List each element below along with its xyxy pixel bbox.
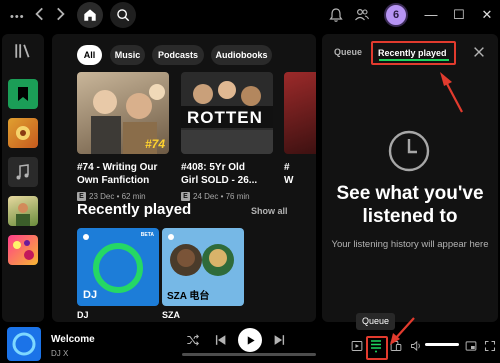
active-tab-indicator [379,59,449,61]
album-art-icon [16,126,30,140]
episode-title[interactable]: # W [284,161,293,187]
top-bar: ••• 6 — ☐ ✕ [0,0,500,30]
home-feed: All Music Podcasts Audiobooks #74 #74 - … [52,34,316,322]
artist-radio-card-label[interactable]: SZA [162,310,180,320]
filter-chip-audiobooks[interactable]: Audiobooks [211,45,272,65]
library-item-artist[interactable] [8,196,38,226]
filter-chip-music[interactable]: Music [110,45,145,65]
empty-state-title: See what you've listened to [336,183,484,227]
artist-radio-card[interactable]: SZA 电台 [162,228,244,306]
dj-card[interactable]: BETA DJ [77,228,159,306]
now-playing-art-image [12,332,36,356]
episode-art-text: #74 [144,137,165,151]
dj-art-text: DJ [83,289,98,301]
music-note-icon [16,164,29,180]
forward-icon[interactable] [51,5,69,23]
home-button[interactable] [77,2,103,28]
maximize-button[interactable]: ☐ [451,7,467,23]
episode-title[interactable]: #408: 5Yr Old Girl SOLD - 26... [181,161,257,187]
play-icon [247,335,255,345]
library-item-playlist[interactable] [8,235,38,265]
play-button[interactable] [238,328,262,352]
bookmark-icon [18,87,28,101]
episode-card-art[interactable]: ROTTEN [181,72,273,154]
artist-radio-art-text: SZA 电台 [167,291,210,302]
user-avatar[interactable]: 6 [384,3,408,27]
now-playing-title[interactable]: Welcome [51,334,95,345]
section-heading[interactable]: Recently played [77,201,191,218]
queue-button-highlight [366,336,388,360]
volume-icon[interactable] [410,340,422,352]
close-icon[interactable] [472,45,486,59]
app-menu-button[interactable]: ••• [10,11,25,23]
fullscreen-icon[interactable] [484,340,496,352]
friends-icon[interactable] [354,7,370,23]
filter-chip-podcasts[interactable]: Podcasts [152,45,204,65]
library-sidebar [2,34,44,322]
episode-art-text: ROTTEN [187,108,263,127]
minimize-button[interactable]: — [423,7,439,23]
queue-tooltip: Queue [356,313,396,330]
filter-chip-all[interactable]: All [77,45,102,65]
previous-icon[interactable] [214,333,228,347]
beta-tag: BETA [140,232,154,238]
tab-recently-played-label: Recently played [378,48,447,58]
tab-queue[interactable]: Queue [334,47,362,57]
search-icon [117,9,130,22]
next-icon[interactable] [272,333,286,347]
episode-card-art[interactable] [284,72,316,154]
now-playing-cover[interactable] [7,327,41,361]
show-all-link[interactable]: Show all [251,206,288,216]
episode-meta: E 23 Dec • 62 min [77,192,146,201]
library-item-music[interactable] [8,157,38,187]
artist-art-icon [16,203,30,226]
playlist-art-icon [13,240,34,260]
close-window-button[interactable]: ✕ [479,7,495,23]
library-item-album[interactable] [8,118,38,148]
connect-device-icon[interactable] [390,340,402,352]
dj-card-label[interactable]: DJ [77,310,89,320]
clock-icon [388,130,430,172]
now-playing-artist[interactable]: DJ X [51,349,68,358]
episode-meta: E 24 Dec • 76 min [181,192,250,201]
library-icon[interactable] [14,42,32,60]
explicit-badge: E [181,192,190,201]
bell-icon[interactable] [328,7,344,23]
tab-recently-played[interactable]: Recently played [371,41,456,65]
episode-card-art[interactable]: #74 [77,72,169,154]
home-icon [84,9,96,21]
now-playing-view-icon[interactable] [351,340,363,352]
volume-slider[interactable] [425,343,459,346]
miniplayer-icon[interactable] [465,340,477,352]
empty-state-subtitle: Your listening history will appear here [331,239,489,250]
playback-progress-bar[interactable] [182,353,316,356]
shuffle-icon[interactable] [186,333,200,347]
explicit-badge: E [77,192,86,201]
back-icon[interactable] [31,5,49,23]
search-button[interactable] [110,2,136,28]
library-item-podcast[interactable] [8,79,38,109]
recently-played-panel: Queue Recently played See what you've li… [322,34,498,322]
episode-title[interactable]: #74 - Writing Our Own Fanfiction [77,161,157,187]
